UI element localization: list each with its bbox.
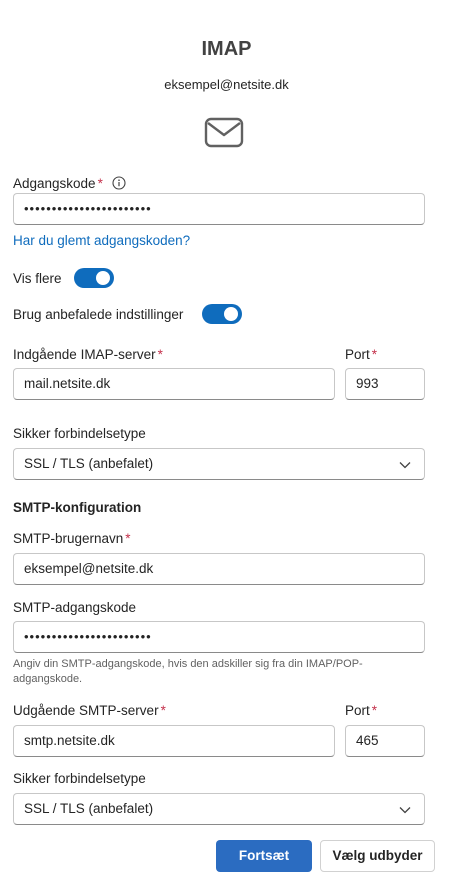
incoming-port-label-text: Port — [345, 347, 370, 362]
mail-icon — [204, 117, 244, 148]
account-email: eksempel@netsite.dk — [164, 77, 289, 92]
smtp-password-hint: Angiv din SMTP-adgangskode, hvis den ads… — [13, 658, 363, 685]
incoming-security-label: Sikker forbindelsetype — [13, 426, 146, 441]
forgot-password-link[interactable]: Har du glemt adgangskoden? — [13, 233, 190, 248]
required-mark: * — [125, 531, 131, 546]
outgoing-server-input[interactable]: smtp.netsite.dk — [13, 725, 335, 757]
outgoing-security-value: SSL / TLS (anbefalet) — [24, 801, 154, 816]
outgoing-port-input[interactable]: 465 — [345, 725, 425, 757]
continue-button[interactable]: Fortsæt — [216, 840, 312, 872]
required-mark: * — [157, 347, 163, 362]
choose-provider-button[interactable]: Vælg udbyder — [320, 840, 435, 872]
toggle-knob — [96, 271, 110, 285]
imap-setup-page: IMAP eksempel@netsite.dk Adgangskode * ••… — [0, 0, 453, 892]
required-mark: * — [160, 703, 166, 718]
smtp-section-title: SMTP-konfiguration — [13, 500, 142, 515]
incoming-server-label: Indgående IMAP-server * — [13, 347, 163, 362]
incoming-port-input[interactable]: 993 — [345, 368, 425, 400]
info-icon[interactable] — [112, 176, 126, 190]
incoming-port-label: Port * — [345, 347, 377, 362]
password-label: Adgangskode * — [13, 176, 126, 191]
smtp-username-label-text: SMTP-brugernavn — [13, 531, 124, 546]
password-label-text: Adgangskode — [13, 176, 96, 191]
chevron-down-icon — [399, 807, 411, 814]
required-mark: * — [371, 703, 378, 718]
show-more-toggle[interactable] — [74, 268, 114, 288]
recommended-settings-label: Brug anbefalede indstillinger — [13, 307, 184, 322]
outgoing-server-label: Udgående SMTP-server * — [13, 703, 166, 718]
smtp-password-input[interactable]: ••••••••••••••••••••••• — [13, 621, 425, 653]
recommended-settings-toggle[interactable] — [202, 304, 242, 324]
outgoing-security-select[interactable]: SSL / TLS (anbefalet) — [13, 793, 425, 825]
smtp-password-label: SMTP-adgangskode — [13, 600, 137, 615]
incoming-server-label-text: Indgående IMAP-server — [13, 347, 156, 362]
outgoing-security-label: Sikker forbindelsetype — [13, 771, 146, 786]
outgoing-server-label-text: Udgående SMTP-server — [13, 703, 159, 718]
toggle-knob — [224, 307, 238, 321]
required-mark: * — [97, 176, 103, 191]
smtp-username-label: SMTP-brugernavn * — [13, 531, 131, 546]
page-title: IMAP — [201, 38, 252, 60]
required-mark: * — [371, 347, 378, 362]
outgoing-port-label-text: Port — [345, 703, 370, 718]
chevron-down-icon — [399, 462, 411, 469]
incoming-security-select[interactable]: SSL / TLS (anbefalet) — [13, 448, 425, 480]
incoming-server-input[interactable]: mail.netsite.dk — [13, 368, 335, 400]
show-more-label: Vis flere — [13, 271, 62, 286]
outgoing-port-label: Port * — [345, 703, 377, 718]
incoming-security-value: SSL / TLS (anbefalet) — [24, 456, 154, 471]
password-input[interactable]: ••••••••••••••••••••••• — [13, 193, 425, 225]
smtp-username-input[interactable]: eksempel@netsite.dk — [13, 553, 425, 585]
